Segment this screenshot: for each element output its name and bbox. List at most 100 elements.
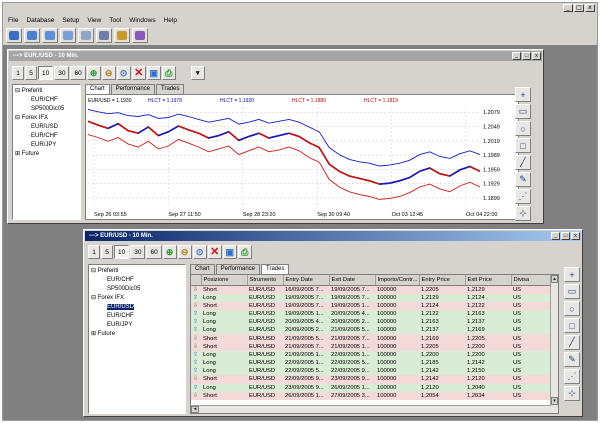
square-tool-button[interactable]: □	[515, 138, 531, 153]
menu-tool[interactable]: Tool	[109, 17, 121, 24]
chart-tool-button[interactable]	[42, 28, 58, 43]
tree-item[interactable]: ··EUR/CHF	[91, 276, 183, 285]
period-10-button[interactable]: 10	[114, 245, 130, 259]
delete-icon[interactable]: ✕	[207, 245, 222, 259]
table-row[interactable]: ⇧ Long EUR/USD 21/09/2005 1... 22/09/2005 1.…	[191, 350, 551, 359]
tree-item[interactable]: ··EUR/JPY	[15, 141, 78, 150]
save-tool-button[interactable]	[24, 28, 40, 43]
tab-performance[interactable]: Performance	[215, 264, 261, 274]
pencil-tool-button[interactable]: ✎	[515, 172, 531, 187]
collapse-icon[interactable]: ⊟	[15, 115, 22, 121]
table-row[interactable]: ⇧ Long EUR/USD 19/09/2005 7... 19/09/2005 7.…	[191, 293, 551, 302]
column-header[interactable]: Strumento	[247, 275, 284, 286]
tree-item[interactable]: ··EUR/USD	[15, 123, 78, 132]
tree-item[interactable]: ⊟ Preferiti	[15, 87, 78, 96]
chart-maximize-button[interactable]: □	[522, 52, 531, 60]
period-10-button[interactable]: 10	[38, 66, 54, 80]
column-header[interactable]: Entry Date	[283, 275, 330, 286]
zoom-in-icon[interactable]: ⊕	[86, 66, 101, 80]
print-chart-icon[interactable]: ⎙	[237, 245, 252, 259]
table-row[interactable]: ⇩ Short EUR/USD 21/09/2005 7... 21/09/2005 1…	[191, 342, 551, 351]
table-row[interactable]: ⇩ Short EUR/USD 16/09/2005 7... 19/09/2005 7…	[191, 285, 551, 294]
column-header[interactable]: Entry Price	[419, 275, 466, 286]
square-tool-button[interactable]: □	[564, 318, 580, 333]
period-60-button[interactable]: 60	[146, 245, 162, 259]
table-row[interactable]: ⇧ Long EUR/USD 22/09/2005 1... 22/09/2005 5.…	[191, 359, 551, 368]
open-tool-button[interactable]	[6, 28, 22, 43]
scroll-down-icon[interactable]: ▾	[551, 397, 558, 405]
table-row[interactable]: ⇧ Long EUR/USD 20/09/2005 4... 20/09/2005 2.…	[191, 318, 551, 327]
vertical-scrollbar[interactable]: ▴ ▾	[550, 275, 558, 413]
zoom-in-icon[interactable]: ⊕	[162, 245, 177, 259]
gann-tool-button[interactable]: ⊹	[515, 206, 531, 221]
scroll-left-icon[interactable]: ◂	[191, 406, 199, 413]
collapse-icon[interactable]: ⊟	[91, 268, 98, 274]
expand-icon[interactable]: ⊞	[15, 151, 22, 157]
trades-maximize-button[interactable]: □	[561, 232, 570, 240]
trendline-tool-button[interactable]: ╱	[515, 155, 531, 170]
tree-item[interactable]: ⊟ Forex IFX	[91, 294, 183, 303]
column-header[interactable]: Divisa	[511, 275, 552, 286]
table-row[interactable]: ⇩ Short EUR/USD 22/09/2005 9... 23/09/2005 9…	[191, 375, 551, 384]
table-row[interactable]: ⇩ Short EUR/USD 19/09/2005 7... 19/09/2005 1…	[191, 301, 551, 310]
tree-item[interactable]: ··SP500Dic05	[91, 285, 183, 294]
tree-item[interactable]: ··EUR/CHF	[15, 132, 78, 141]
table-row[interactable]: ⇩ Short EUR/USD 21/09/2005 5... 21/09/2005 7…	[191, 334, 551, 343]
period-30-button[interactable]: 30	[130, 245, 146, 259]
chart-minimize-button[interactable]: _	[512, 52, 521, 60]
tree-item[interactable]: ··EUR/CHF	[15, 96, 78, 105]
pencil-tool-button[interactable]: ✎	[564, 352, 580, 367]
column-header[interactable]: Exit Price	[465, 275, 512, 286]
period-1-button[interactable]: 1	[12, 66, 24, 80]
tree-item[interactable]: ··EUR/USD	[91, 303, 183, 312]
table-row[interactable]: ⇧ Long EUR/USD 20/09/2005 2... 21/09/2005 5.…	[191, 326, 551, 335]
circle-tool-button[interactable]: ○	[515, 121, 531, 136]
database-tool-button[interactable]	[60, 28, 76, 43]
menu-database[interactable]: Database	[26, 17, 54, 24]
circle-tool-button[interactable]: ○	[564, 301, 580, 316]
menu-view[interactable]: View	[87, 17, 101, 24]
tab-trades[interactable]: Trades	[261, 264, 290, 274]
period-60-button[interactable]: 60	[70, 66, 86, 80]
chart-close-button[interactable]: x	[532, 52, 541, 60]
close-button[interactable]: x	[585, 4, 595, 12]
gann-tool-button[interactable]: ⊹	[564, 386, 580, 401]
zoom-out-icon[interactable]: ⊖	[101, 66, 116, 80]
info-tool-button[interactable]	[132, 28, 148, 43]
tab-trades[interactable]: Trades	[156, 84, 185, 94]
trendline-tool-button[interactable]: ╱	[564, 335, 580, 350]
tree-item[interactable]: ··EUR/CHF	[91, 312, 183, 321]
trades-close-button[interactable]: x	[571, 232, 580, 240]
collapse-icon[interactable]: ⊟	[15, 88, 22, 94]
rectangle-fill-tool-button[interactable]: ▭	[564, 284, 580, 299]
crosshair-tool-button[interactable]: +	[564, 267, 580, 282]
column-header[interactable]: Exit Date	[329, 275, 376, 286]
fibonacci-tool-button[interactable]: ⋰	[564, 369, 580, 384]
column-header[interactable]: Posizione	[201, 275, 248, 286]
brush-tool-button[interactable]	[114, 28, 130, 43]
horizontal-scrollbar[interactable]: ◂	[191, 405, 551, 413]
tools-tool-button[interactable]	[78, 28, 94, 43]
scroll-up-icon[interactable]: ▴	[551, 275, 558, 283]
tab-chart[interactable]: Chart	[190, 264, 215, 274]
fibonacci-tool-button[interactable]: ⋰	[515, 189, 531, 204]
save-chart-icon[interactable]: ▣	[146, 66, 161, 80]
period-5-button[interactable]: 5	[25, 66, 37, 80]
chart-area[interactable]: 1.2079 1.2049 1.2019 1.1989 1.1959 1.1929 1.18…	[85, 94, 519, 220]
tree-item[interactable]: ··SP500Dic05	[15, 105, 78, 114]
dropdown-icon[interactable]: ▾	[190, 66, 205, 80]
minimize-button[interactable]: _	[563, 4, 573, 12]
print-tool-button[interactable]	[96, 28, 112, 43]
menu-setup[interactable]: Setup	[62, 17, 79, 24]
zoom-fit-icon[interactable]: ⊙	[192, 245, 207, 259]
column-header[interactable]: Importo/Contr...	[375, 275, 420, 286]
expand-icon[interactable]: ⊞	[91, 331, 98, 337]
menu-help[interactable]: Help	[164, 17, 177, 24]
trades-minimize-button[interactable]: _	[551, 232, 560, 240]
tab-performance[interactable]: Performance	[110, 84, 156, 94]
menu-windows[interactable]: Windows	[129, 17, 155, 24]
period-30-button[interactable]: 30	[54, 66, 70, 80]
tab-chart[interactable]: Chart	[85, 84, 110, 94]
table-row[interactable]: ⇧ Long EUR/USD 19/09/2005 1... 20/09/2005 4.…	[191, 309, 551, 319]
collapse-icon[interactable]: ⊟	[91, 295, 98, 301]
